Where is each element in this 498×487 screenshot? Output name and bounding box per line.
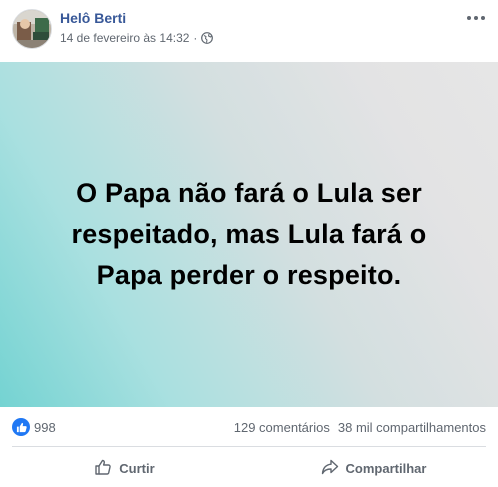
post-image-text: O Papa não fará o Lula ser respeitado, m… <box>71 178 427 290</box>
globe-icon <box>201 32 214 44</box>
author-avatar[interactable] <box>12 9 52 49</box>
share-button[interactable]: Compartilhar <box>249 450 498 486</box>
divider <box>12 446 486 447</box>
like-button-label: Curtir <box>119 460 155 476</box>
shares-count[interactable]: 38 mil compartilhamentos <box>338 420 486 435</box>
like-button[interactable]: Curtir <box>0 450 249 486</box>
reactions-count[interactable]: 998 <box>34 420 56 435</box>
post-stats: 998 129 comentários 38 mil compartilhame… <box>0 412 498 442</box>
stats-right: 129 comentários 38 mil compartilhamentos <box>234 420 486 435</box>
thumbs-up-icon <box>94 458 112 479</box>
like-icon[interactable] <box>12 418 30 436</box>
post-timestamp[interactable]: 14 de fevereiro às 14:32 <box>60 31 189 45</box>
share-button-label: Compartilhar <box>345 460 427 476</box>
post-actions: Curtir Compartilhar <box>0 450 498 486</box>
post-image[interactable]: O Papa não fará o Lula ser respeitado, m… <box>0 62 498 407</box>
share-arrow-icon <box>321 458 339 479</box>
avatar-image <box>13 10 51 48</box>
meta-separator: · <box>193 31 198 45</box>
post-meta: 14 de fevereiro às 14:32 · <box>60 31 214 45</box>
post-header: Helô Berti 14 de fevereiro às 14:32 · <box>0 0 498 60</box>
more-options-icon[interactable] <box>464 10 488 26</box>
comments-count[interactable]: 129 comentários <box>234 420 330 435</box>
author-name[interactable]: Helô Berti <box>60 10 126 26</box>
